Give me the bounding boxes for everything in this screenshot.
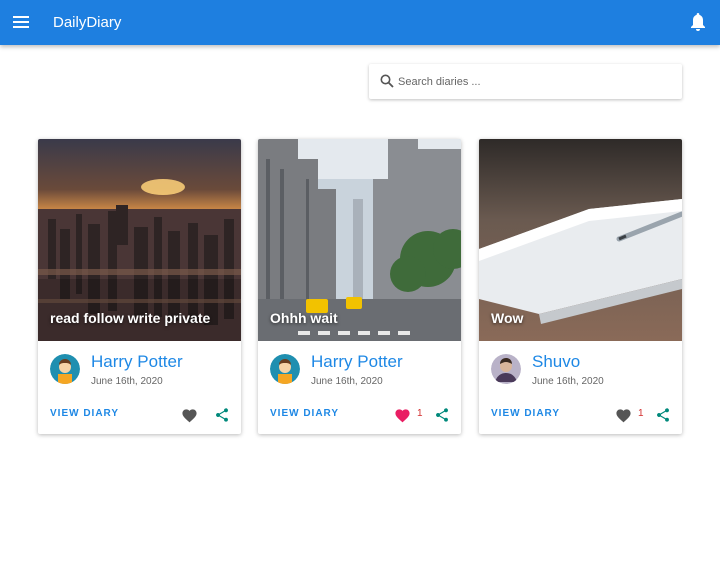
heart-icon[interactable] [394,407,411,423]
view-diary-button[interactable]: VIEW DIARY [50,408,119,419]
share-icon[interactable] [655,407,671,423]
like-count: 1 [638,408,644,419]
notification-bell-icon[interactable] [690,13,708,31]
avatar [491,354,521,384]
author-name[interactable]: Harry Potter [91,352,183,372]
app-bar: DailyDiary [0,0,720,45]
author-name[interactable]: Harry Potter [311,352,403,372]
search-input[interactable] [398,72,668,92]
view-diary-button[interactable]: VIEW DIARY [491,408,560,419]
menu-icon[interactable] [12,13,30,31]
diary-card: Wow Shuvo June 16th, 2020 VIEW DIARY 1 [479,139,682,434]
view-diary-button[interactable]: VIEW DIARY [270,408,339,419]
diary-card: read follow write private Harry Potter J… [38,139,241,434]
heart-icon[interactable] [181,407,198,423]
share-icon[interactable] [214,407,230,423]
post-date: June 16th, 2020 [532,376,604,387]
card-title: read follow write private [50,310,211,326]
author-name[interactable]: Shuvo [532,352,580,372]
heart-icon[interactable] [615,407,632,423]
post-date: June 16th, 2020 [311,376,383,387]
share-icon[interactable] [434,407,450,423]
search-bar [369,64,682,99]
card-title: Ohhh wait [270,310,338,326]
card-title: Wow [491,310,524,326]
app-title: DailyDiary [53,14,122,31]
like-count: 1 [417,408,423,419]
diary-card: Ohhh wait Harry Potter June 16th, 2020 V… [258,139,461,434]
post-date: June 16th, 2020 [91,376,163,387]
avatar [50,354,80,384]
search-icon [380,74,394,88]
avatar [270,354,300,384]
